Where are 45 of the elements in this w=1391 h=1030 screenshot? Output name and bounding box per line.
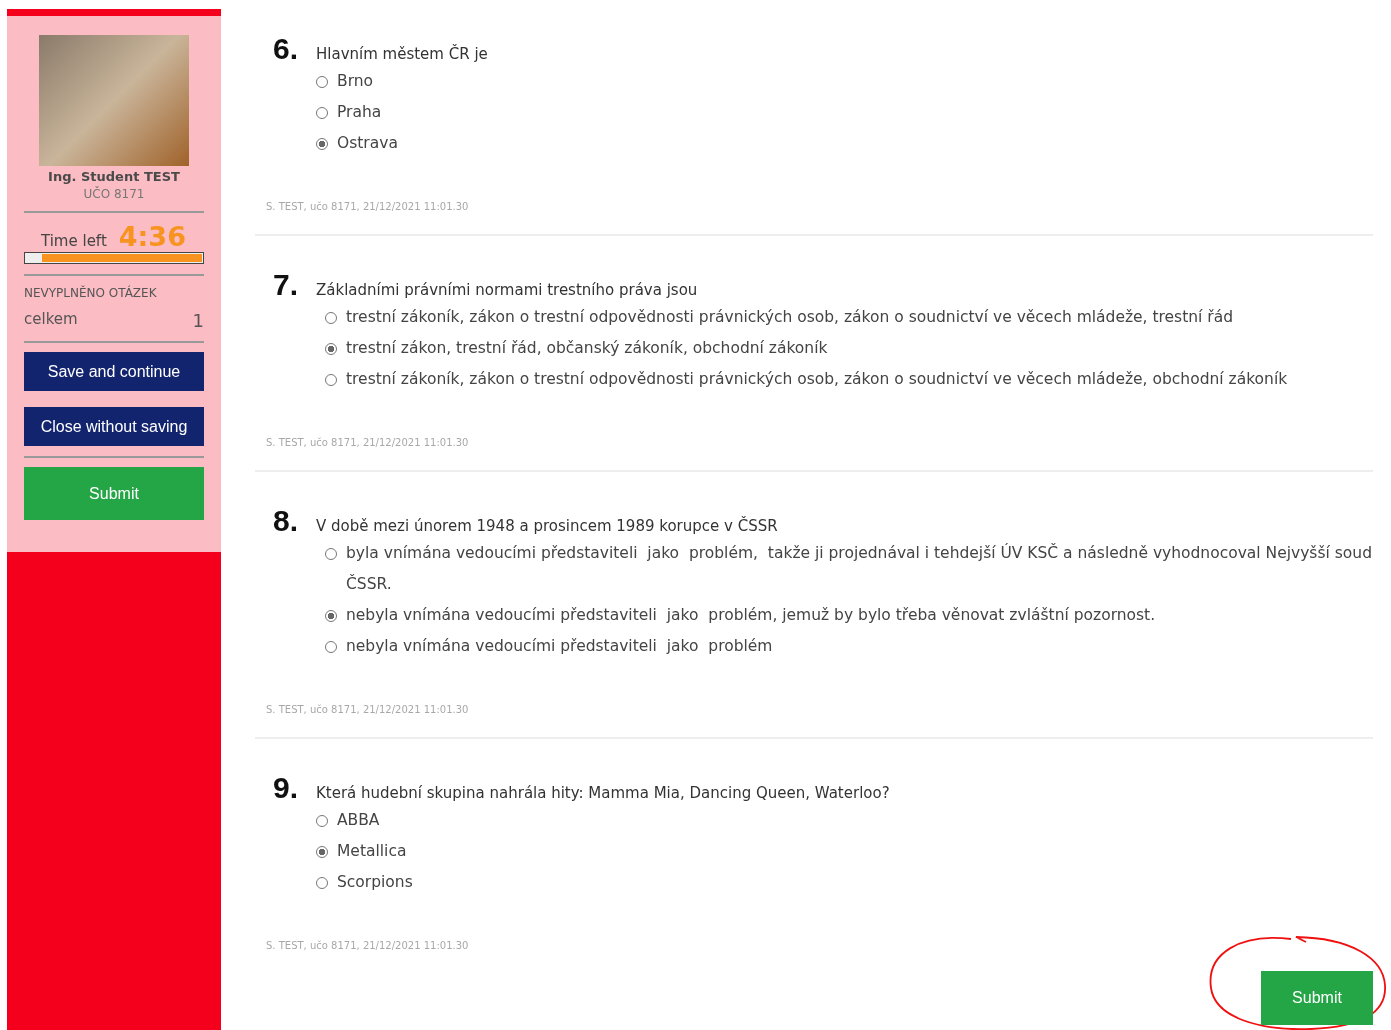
question-number: 9. xyxy=(273,771,299,805)
user-id: UČO 8171 xyxy=(82,187,146,201)
radio-button[interactable] xyxy=(316,815,328,827)
option-label: trestní zákoník, zákon o trestní odpovědnosti právnických osob, zákon o soudnictví ve věcech mládeže, trestní řád xyxy=(346,307,1234,328)
radio-button[interactable] xyxy=(325,312,337,324)
option-label: Scorpions xyxy=(337,872,413,893)
unanswered-label: celkem xyxy=(24,310,78,330)
question-text: Základními právními normami trestního práva jsou xyxy=(316,281,698,299)
radio-button[interactable] xyxy=(325,374,337,386)
option-label: ABBA xyxy=(337,810,380,831)
unanswered-count: 1 xyxy=(192,310,204,331)
radio-button[interactable] xyxy=(325,641,337,653)
question-text: V době mezi únorem 1948 a prosincem 1989 korupce v ČSSR xyxy=(316,517,778,535)
radio-button[interactable] xyxy=(325,548,337,560)
answer-timestamp: S. TEST, učo 8171, 21/12/2021 11:01.30 xyxy=(266,437,469,448)
unanswered-heading: NEVYPLNĚNO OTÁZEK xyxy=(24,286,158,300)
option-label: Ostrava xyxy=(337,133,398,154)
question-number: 8. xyxy=(273,504,299,538)
radio-button[interactable] xyxy=(316,846,328,858)
option-label: trestní zákon, trestní řád, občanský zákoník, obchodní zákoník xyxy=(346,338,828,359)
answer-timestamp: S. TEST, učo 8171, 21/12/2021 11:01.30 xyxy=(266,704,469,715)
radio-button[interactable] xyxy=(316,138,328,150)
question-number: 6. xyxy=(273,32,299,66)
radio-button[interactable] xyxy=(325,343,337,355)
user-name: Ing. Student TEST xyxy=(47,169,181,184)
answer-timestamp: S. TEST, učo 8171, 21/12/2021 11:01.30 xyxy=(266,940,469,951)
time-left-value: 4:36 xyxy=(118,221,186,252)
option-label: Praha xyxy=(337,102,382,123)
option-label: Brno xyxy=(337,71,374,92)
radio-button[interactable] xyxy=(316,877,328,889)
option-label: nebyla vnímána vedoucími představiteli jako problém xyxy=(346,636,773,657)
radio-button[interactable] xyxy=(316,107,328,119)
option-label: trestní zákoník, zákon o trestní odpovědnosti právnických osob, zákon o soudnictví ve věcech mládeže, obchodní zákoník xyxy=(346,369,1288,390)
action-button[interactable]: Save and continue xyxy=(24,352,204,391)
action-button[interactable]: Close without saving xyxy=(24,407,204,446)
question-text: Která hudební skupina nahrála hity: Mamma Mia, Dancing Queen, Waterloo? xyxy=(316,784,890,802)
radio-button[interactable] xyxy=(325,610,337,622)
question-number: 7. xyxy=(273,268,299,302)
option-label: nebyla vnímána vedoucími představiteli jako problém, jemuž by bylo třeba věnovat zvláštní pozornost. xyxy=(346,605,1156,626)
answer-timestamp: S. TEST, učo 8171, 21/12/2021 11:01.30 xyxy=(266,201,469,212)
option-label: Metallica xyxy=(337,841,407,862)
question-text: Hlavním městem ČR je xyxy=(316,45,488,63)
option-label: byla vnímána vedoucími představiteli jako problém, takže ji projednával i tehdejší ÚV KSČ a následně vyhodnocoval Nejvyšší soud ČSSR. xyxy=(346,542,1373,595)
radio-button[interactable] xyxy=(316,76,328,88)
time-left-label: Time left xyxy=(41,232,107,250)
